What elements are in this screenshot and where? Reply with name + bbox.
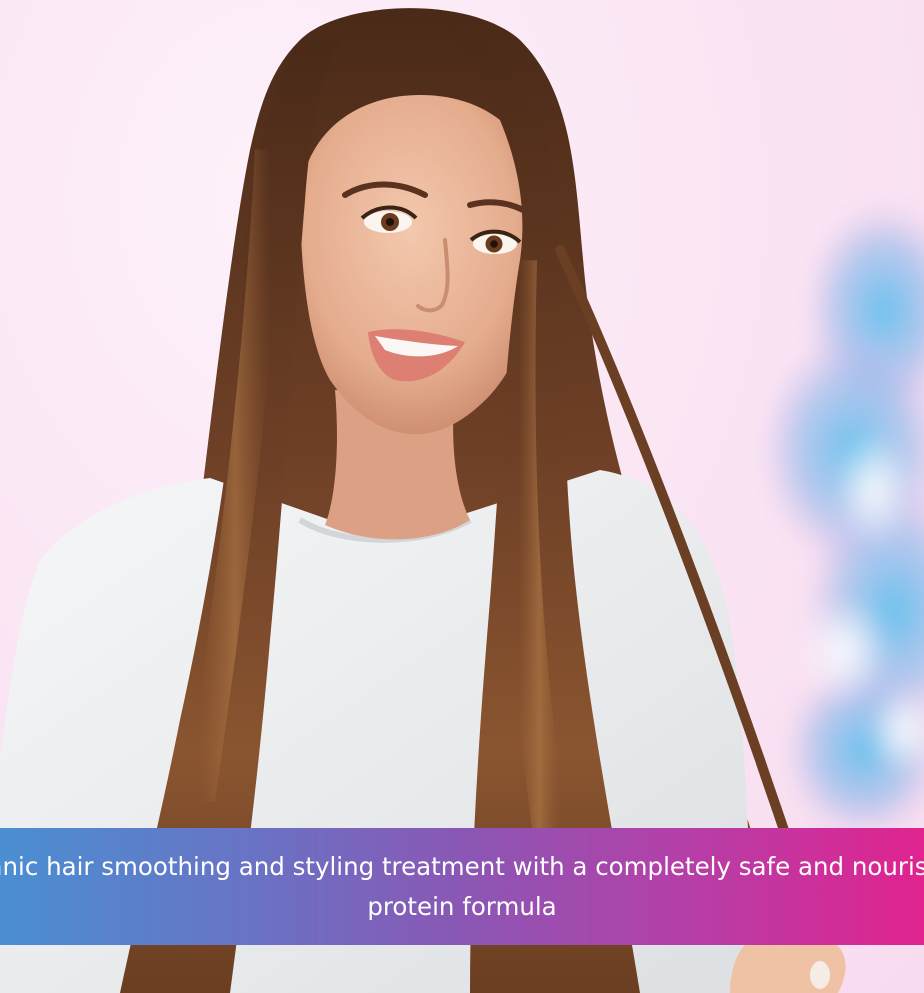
caption-text: Organic hair smoothing and styling treat… — [0, 851, 924, 921]
smoke-cloud-image — [759, 200, 924, 830]
caption-banner: Organic hair smoothing and styling treat… — [0, 828, 924, 945]
hero-banner: Organic hair smoothing and styling treat… — [0, 0, 924, 993]
